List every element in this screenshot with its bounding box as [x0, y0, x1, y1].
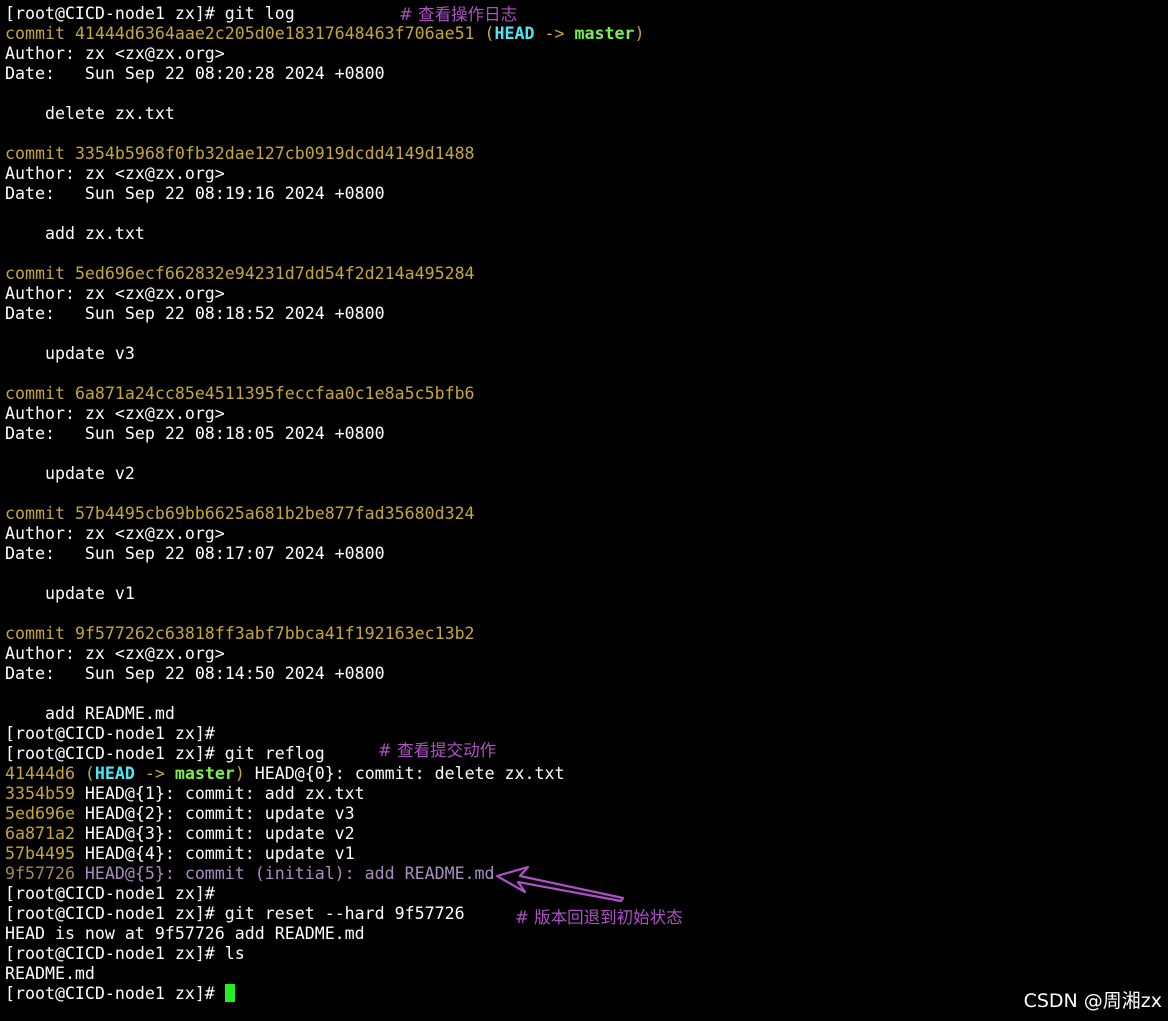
prompt: [root@CICD-node1 zx]#: [5, 4, 225, 23]
reflog-hash: 6a871a2: [5, 824, 75, 843]
reflog-hash: 9f57726: [5, 864, 75, 883]
ref-arrow: ->: [134, 764, 175, 783]
commit-keyword: commit: [5, 624, 75, 643]
prompt-line: [root@CICD-node1 zx]#: [5, 724, 1165, 744]
prompt: [root@CICD-node1 zx]#: [5, 724, 225, 743]
commit-hash: 9f577262c63818ff3abf7bbca41f192163ec13b2: [74, 624, 475, 643]
ref-arrow: ->: [534, 24, 575, 43]
prompt-line: [root@CICD-node1 zx]# ls: [5, 944, 1165, 964]
date-line: Date: Sun Sep 22 08:17:07 2024 +0800: [5, 544, 385, 563]
commit-line: commit 41444d6364aae2c205d0e18317648463f…: [5, 24, 1165, 44]
commit-line: commit 6a871a24cc85e4511395feccfaa0c1e8a…: [5, 384, 1165, 404]
commit-message: delete zx.txt: [5, 104, 175, 123]
text-cursor[interactable]: [224, 984, 235, 1002]
commit-message: update v3: [5, 344, 135, 363]
commit-message: add zx.txt: [5, 224, 145, 243]
commit-line: commit 3354b5968f0fb32dae127cb0919dcdd41…: [5, 144, 1165, 164]
commit-hash: 3354b5968f0fb32dae127cb0919dcdd4149d1488: [74, 144, 475, 163]
reflog-text: HEAD@{0}: commit: delete zx.txt: [244, 764, 565, 783]
reflog-text: HEAD@{5}: commit (initial): add README.m…: [74, 864, 495, 883]
branch-ref: master: [174, 764, 235, 783]
commit-keyword: commit: [5, 144, 75, 163]
command-text: ls: [224, 944, 245, 963]
date-line: Date: Sun Sep 22 08:14:50 2024 +0800: [5, 664, 385, 683]
author-line: Author: zx <zx@zx.org>: [5, 404, 225, 423]
command-text: git reset --hard 9f57726: [224, 904, 465, 923]
date-line: Date: Sun Sep 22 08:18:05 2024 +0800: [5, 424, 385, 443]
reflog-hash: 3354b59: [5, 784, 75, 803]
reflog-hash: 5ed696e: [5, 804, 75, 823]
date-line: Date: Sun Sep 22 08:18:52 2024 +0800: [5, 304, 385, 323]
commit-keyword: commit: [5, 264, 75, 283]
commit-hash: 6a871a24cc85e4511395feccfaa0c1e8a5c5bfb6: [74, 384, 475, 403]
annotation-git-reflog: # 查看提交动作: [378, 741, 497, 760]
commit-line: commit 5ed696ecf662832e94231d7dd54f2d214…: [5, 264, 1165, 284]
commit-keyword: commit: [5, 504, 75, 523]
reflog-entry: 41444d6 (HEAD -> master) HEAD@{0}: commi…: [5, 764, 1165, 784]
reflog-text: HEAD@{4}: commit: update v1: [74, 844, 355, 863]
author-line: Author: zx <zx@zx.org>: [5, 524, 225, 543]
reflog-entry: 3354b59 HEAD@{1}: commit: add zx.txt: [5, 784, 1165, 804]
reflog-hash: 41444d6: [5, 764, 75, 783]
reflog-entry: 57b4495 HEAD@{4}: commit: update v1: [5, 844, 1165, 864]
terminal-output[interactable]: [root@CICD-node1 zx]# git log commit 414…: [5, 4, 1165, 1004]
branch-ref: master: [574, 24, 635, 43]
head-ref: HEAD: [94, 764, 135, 783]
author-line: Author: zx <zx@zx.org>: [5, 164, 225, 183]
prompt-line: [root@CICD-node1 zx]# git log: [5, 4, 1165, 24]
ref-close: ): [234, 764, 245, 783]
reflog-entry-highlighted: 9f57726 HEAD@{5}: commit (initial): add …: [5, 864, 1165, 884]
annotation-reset: # 版本回退到初始状态: [515, 908, 683, 927]
commit-line: commit 57b4495cb69bb6625a681b2be877fad35…: [5, 504, 1165, 524]
prompt: [root@CICD-node1 zx]#: [5, 984, 225, 1003]
watermark: CSDN @周湘zx: [1023, 990, 1162, 1012]
prompt: [root@CICD-node1 zx]#: [5, 884, 225, 903]
author-line: Author: zx <zx@zx.org>: [5, 44, 225, 63]
prompt: [root@CICD-node1 zx]#: [5, 944, 225, 963]
commit-hash: 57b4495cb69bb6625a681b2be877fad35680d324: [74, 504, 475, 523]
annotation-git-log: # 查看操作日志: [399, 5, 518, 24]
commit-message: update v1: [5, 584, 135, 603]
ref-open: (: [474, 24, 495, 43]
author-line: Author: zx <zx@zx.org>: [5, 284, 225, 303]
command-output: README.md: [5, 964, 95, 983]
head-ref: HEAD: [494, 24, 535, 43]
ref-close: ): [634, 24, 645, 43]
reflog-text: HEAD@{3}: commit: update v2: [74, 824, 355, 843]
command-text: git reflog: [224, 744, 325, 763]
prompt: [root@CICD-node1 zx]#: [5, 904, 225, 923]
commit-line: commit 9f577262c63818ff3abf7bbca41f19216…: [5, 624, 1165, 644]
commit-keyword: commit: [5, 24, 75, 43]
commit-message: add README.md: [5, 704, 175, 723]
date-line: Date: Sun Sep 22 08:19:16 2024 +0800: [5, 184, 385, 203]
reflog-entry: 5ed696e HEAD@{2}: commit: update v3: [5, 804, 1165, 824]
commit-hash: 41444d6364aae2c205d0e18317648463f706ae51: [74, 24, 475, 43]
command-text: git log: [224, 4, 295, 23]
commit-keyword: commit: [5, 384, 75, 403]
reflog-text: HEAD@{2}: commit: update v3: [74, 804, 355, 823]
reflog-hash: 57b4495: [5, 844, 75, 863]
active-prompt-line[interactable]: [root@CICD-node1 zx]#: [5, 984, 1165, 1004]
reflog-text: HEAD@{1}: commit: add zx.txt: [74, 784, 365, 803]
ref-open: (: [74, 764, 95, 783]
commit-hash: 5ed696ecf662832e94231d7dd54f2d214a495284: [74, 264, 475, 283]
prompt-line: [root@CICD-node1 zx]#: [5, 884, 1165, 904]
commit-message: update v2: [5, 464, 135, 483]
author-line: Author: zx <zx@zx.org>: [5, 644, 225, 663]
reflog-entry: 6a871a2 HEAD@{3}: commit: update v2: [5, 824, 1165, 844]
date-line: Date: Sun Sep 22 08:20:28 2024 +0800: [5, 64, 385, 83]
prompt-line: [root@CICD-node1 zx]# git reflog: [5, 744, 1165, 764]
prompt: [root@CICD-node1 zx]#: [5, 744, 225, 763]
